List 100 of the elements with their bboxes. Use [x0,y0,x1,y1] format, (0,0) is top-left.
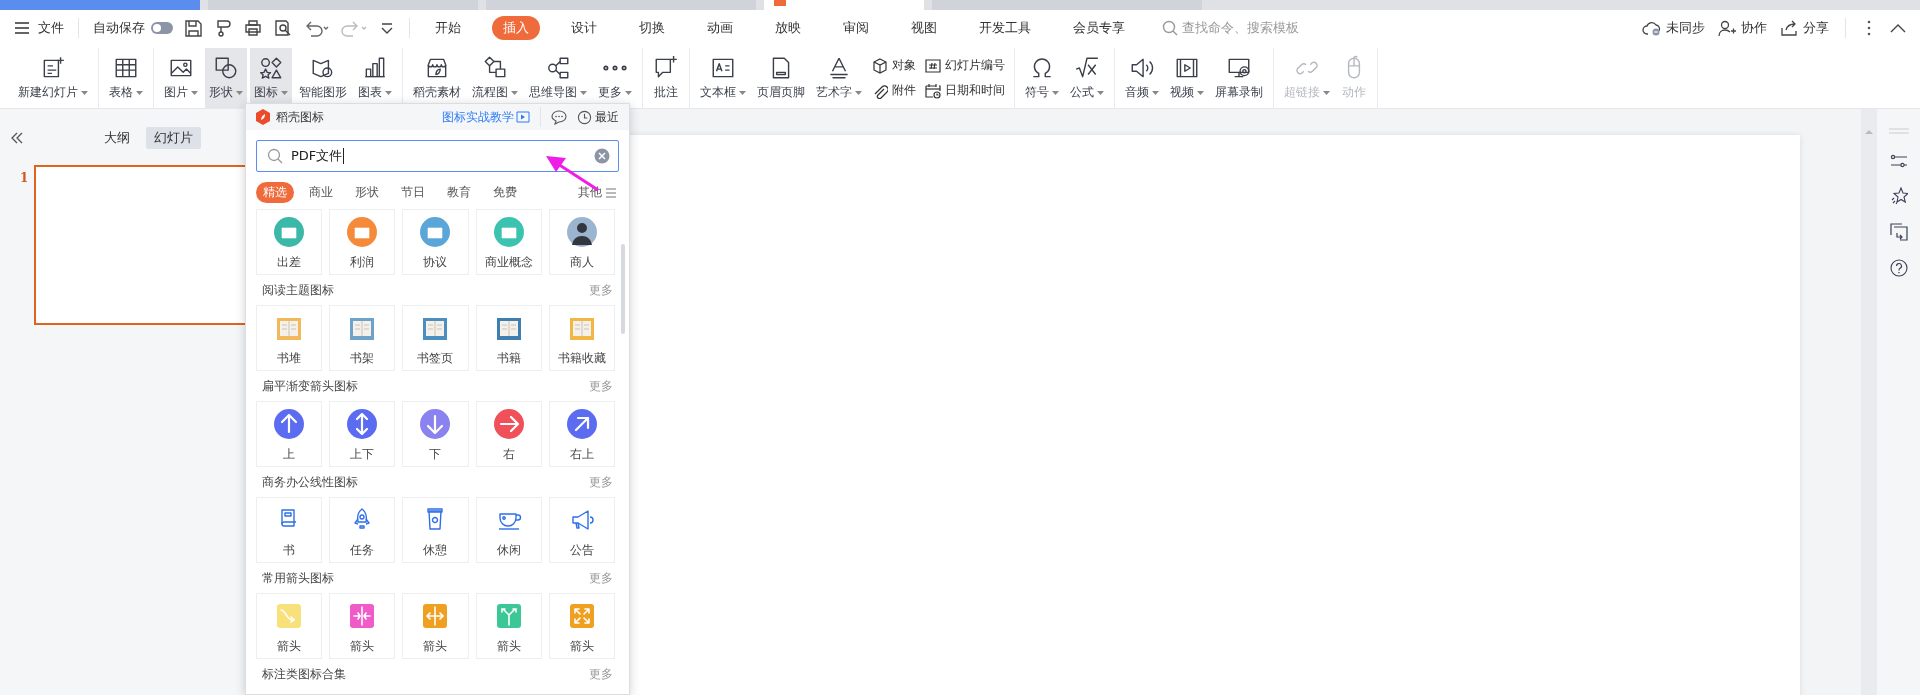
ribbon-tab[interactable]: 会员专享 [1062,16,1136,40]
icon-card[interactable]: 书籍 [475,305,542,371]
arrow-icon [566,408,597,439]
category-tab[interactable]: 节日 [394,182,432,203]
caret-icon [511,90,518,95]
ribbon-small-button[interactable]: 幻灯片编号 [925,57,1005,74]
ribbon-tab[interactable]: 切换 [628,16,676,40]
caret-icon [136,90,143,95]
toolbar-action-button[interactable]: 分享 [1779,19,1829,37]
icon-card[interactable]: 商人 [548,209,615,275]
icon-card[interactable]: 右 [475,401,542,467]
ribbon-small-button[interactable]: 日期和时间 [925,82,1005,99]
preview-icon[interactable] [273,18,293,38]
pane-tab[interactable]: 幻灯片 [146,127,201,149]
toolbar-action-button[interactable]: 未同步 [1642,19,1705,37]
help-icon[interactable] [1889,259,1908,277]
caret-icon [281,90,288,95]
ribbon-button[interactable]: 页眉页脚 [753,48,809,108]
icon-card[interactable]: 书 [256,497,323,563]
icon-card[interactable]: 上下 [329,401,396,467]
ribbon-small-button[interactable]: 附件 [872,82,916,99]
icon-card[interactable]: 休闲 [475,497,542,563]
chat-icon[interactable] [551,109,567,125]
icon-card[interactable]: 书堆 [256,305,323,371]
icon-card[interactable]: 任务 [329,497,396,563]
icon-card[interactable]: 公告 [548,497,615,563]
arrow-icon [420,408,451,439]
ribbon-tab[interactable]: 开发工具 [968,16,1042,40]
icon-card[interactable]: 上 [256,401,323,467]
icon-search-field[interactable]: PDF文件 [256,140,619,172]
screen-switch-icon[interactable] [1889,223,1908,241]
shapes-grid-icon [258,55,284,81]
icon-card[interactable]: 右上 [548,401,615,467]
icon-card[interactable]: 商业概念 [475,209,542,275]
badge-icon [566,216,597,247]
print-icon[interactable] [243,18,263,38]
recent-button[interactable]: 最近 [577,108,619,126]
category-tab[interactable]: 形状 [348,182,386,203]
icon-card[interactable]: 箭头 [402,593,469,659]
book-icon [423,317,448,340]
pane-tab[interactable]: 大纲 [96,127,138,149]
ribbon-tab[interactable]: 审阅 [832,16,880,40]
icon-card[interactable]: 出差 [256,209,323,275]
scrollbar[interactable] [1861,109,1877,695]
icon-card[interactable]: 箭头 [256,593,323,659]
ribbon-button[interactable]: 音频 [1121,48,1163,108]
ribbon-button[interactable]: 图表 [354,48,396,108]
caret-icon [1152,90,1159,95]
save-icon[interactable] [183,18,203,38]
ribbon-button[interactable]: 新建幻灯片 [14,48,92,108]
ribbon-button[interactable]: 公式 [1066,48,1108,108]
tutorial-link[interactable]: 图标实战教学 [442,108,530,126]
icon-card[interactable]: 书籍收藏 [548,305,615,371]
icon-card[interactable]: 下 [402,401,469,467]
shell-logo-icon [256,109,270,125]
scrollbar[interactable] [621,244,625,334]
icon-card[interactable]: 利润 [329,209,396,275]
collapse-pane-icon[interactable] [10,132,24,144]
sliders-icon[interactable] [1889,153,1908,169]
icon-card[interactable]: 箭头 [475,593,542,659]
ribbon-button[interactable]: 批注 [649,48,683,108]
icon-card[interactable]: 书签页 [402,305,469,371]
ribbon-button[interactable]: 形状 [205,48,247,108]
file-menu-button[interactable]: 文件 [14,19,64,37]
arrow-icon [274,408,305,439]
ribbon-tab[interactable]: 视图 [900,16,948,40]
ribbon-button[interactable]: 智能图形 [295,48,351,108]
ribbon-button[interactable]: 文本框 [696,48,750,108]
ribbon-button[interactable]: 符号 [1021,48,1063,108]
icon-card[interactable]: 休憩 [402,497,469,563]
ribbon-button[interactable]: 流程图 [468,48,522,108]
outline-icon [281,508,297,527]
clock-icon [577,109,592,125]
document-tab[interactable] [764,0,924,10]
icon-card[interactable]: 箭头 [548,593,615,659]
ribbon-tab[interactable]: 动画 [696,16,744,40]
ribbon-button[interactable]: 思维导图 [525,48,591,108]
ribbon-tab[interactable]: 设计 [560,16,608,40]
autosave-toggle[interactable] [151,22,173,34]
ribbon-tab[interactable]: 开始 [424,16,472,40]
category-tab[interactable]: 免费 [486,182,524,203]
search-icon [267,148,283,164]
ribbon-button[interactable]: 表格 [105,48,147,108]
star-icon[interactable] [1889,187,1908,205]
ribbon-button[interactable]: 艺术字 [812,48,866,108]
ribbon-button[interactable]: 视频 [1166,48,1208,108]
toolbar-action-button[interactable]: 协作 [1717,19,1767,37]
outline-icon [354,507,370,529]
icon-card[interactable]: 箭头 [329,593,396,659]
category-tab[interactable]: 商业 [302,182,340,203]
ribbon-tab[interactable]: 放映 [764,16,812,40]
ribbon-button[interactable]: 稻壳素材 [409,48,465,108]
icon-card[interactable]: 书架 [329,305,396,371]
calendar-icon [925,82,941,99]
category-tab[interactable]: 教育 [440,182,478,203]
ribbon-button[interactable]: 屏幕录制 [1211,48,1267,108]
icon-card[interactable]: 协议 [402,209,469,275]
ribbon-small-button[interactable]: 对象 [872,57,916,74]
clear-icon[interactable] [594,148,610,164]
ribbon-button[interactable]: 图片 [160,48,202,108]
